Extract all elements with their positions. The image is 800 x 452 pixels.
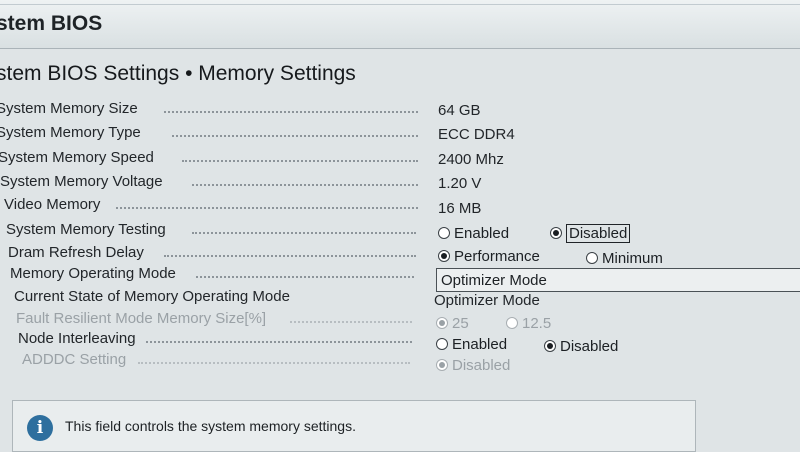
setting-label: Node Interleaving [18,330,136,347]
setting-value: 64 GB [438,102,481,119]
setting-value: 16 MB [438,200,482,217]
app-title: stem BIOS [0,12,103,35]
setting-label: Memory Operating Mode [10,265,176,282]
setting-label: System Memory Type [0,124,141,141]
setting-row-memory-size: System Memory Size 64 GB [0,98,800,120]
title-bar-rule [0,4,800,5]
setting-value: 1.20 V [438,175,482,192]
setting-label: Video Memory [4,196,101,213]
setting-row-fault-resilient: Fault Resilient Mode Memory Size[%] 25 1… [0,308,800,332]
setting-label: System Memory Size [0,100,138,117]
option-label: Disabled [452,357,511,374]
setting-value: ECC DDR4 [438,126,515,143]
leader-dots [116,207,418,209]
setting-label: System Memory Testing [6,221,166,238]
leader-dots [192,232,416,234]
setting-label: ADDDC Setting [22,351,127,368]
setting-row-current-state: Current State of Memory Operating Mode O… [0,286,800,309]
memory-testing-enabled-radio[interactable]: Enabled [438,225,509,242]
help-text: This field controls the system memory se… [65,418,356,434]
setting-label: Dram Refresh Delay [8,244,144,261]
setting-row-memory-voltage: System Memory Voltage 1.20 V [0,171,800,193]
setting-label: System Memory Speed [0,149,154,166]
setting-row-video-memory: Video Memory 16 MB [0,194,800,217]
help-panel: i This field controls the system memory … [12,400,696,452]
leader-dots [192,184,418,186]
setting-row-memory-testing: System Memory Testing Enabled Disabled [0,219,800,243]
option-label: Disabled [566,224,631,243]
setting-label: Current State of Memory Operating Mode [14,288,290,305]
adddc-disabled-radio: Disabled [436,357,510,374]
setting-value: Optimizer Mode [434,292,540,309]
leader-dots [146,341,412,343]
leader-dots [164,111,418,113]
leader-dots [138,362,410,364]
setting-row-node-interleaving: Node Interleaving Enabled Disabled [0,328,800,355]
setting-row-dram-refresh-delay: Dram Refresh Delay Performance Minimum [0,242,800,267]
info-icon: i [27,415,53,441]
radio-selected-icon [550,227,562,240]
leader-dots [290,321,412,323]
setting-label: System Memory Voltage [0,173,163,190]
radio-selected-icon [438,250,450,263]
setting-label: Fault Resilient Mode Memory Size[%] [16,310,267,327]
leader-dots [172,135,418,137]
leader-dots [182,160,418,162]
option-label: Enabled [454,225,510,242]
page-title: stem BIOS Settings • Memory Settings [0,62,356,85]
leader-dots [164,255,416,257]
leader-dots [196,276,414,278]
memory-testing-disabled-radio[interactable]: Disabled [550,224,631,243]
radio-unselected-icon [438,227,450,240]
setting-value: 2400 Mhz [438,151,504,168]
setting-row-adddc: ADDDC Setting Disabled [0,349,800,374]
setting-row-memory-type: System Memory Type ECC DDR4 [0,122,800,144]
radio-selected-icon [436,359,448,372]
setting-row-memory-speed: System Memory Speed 2400 Mhz [0,147,800,169]
title-bar: stem BIOS [0,0,800,49]
